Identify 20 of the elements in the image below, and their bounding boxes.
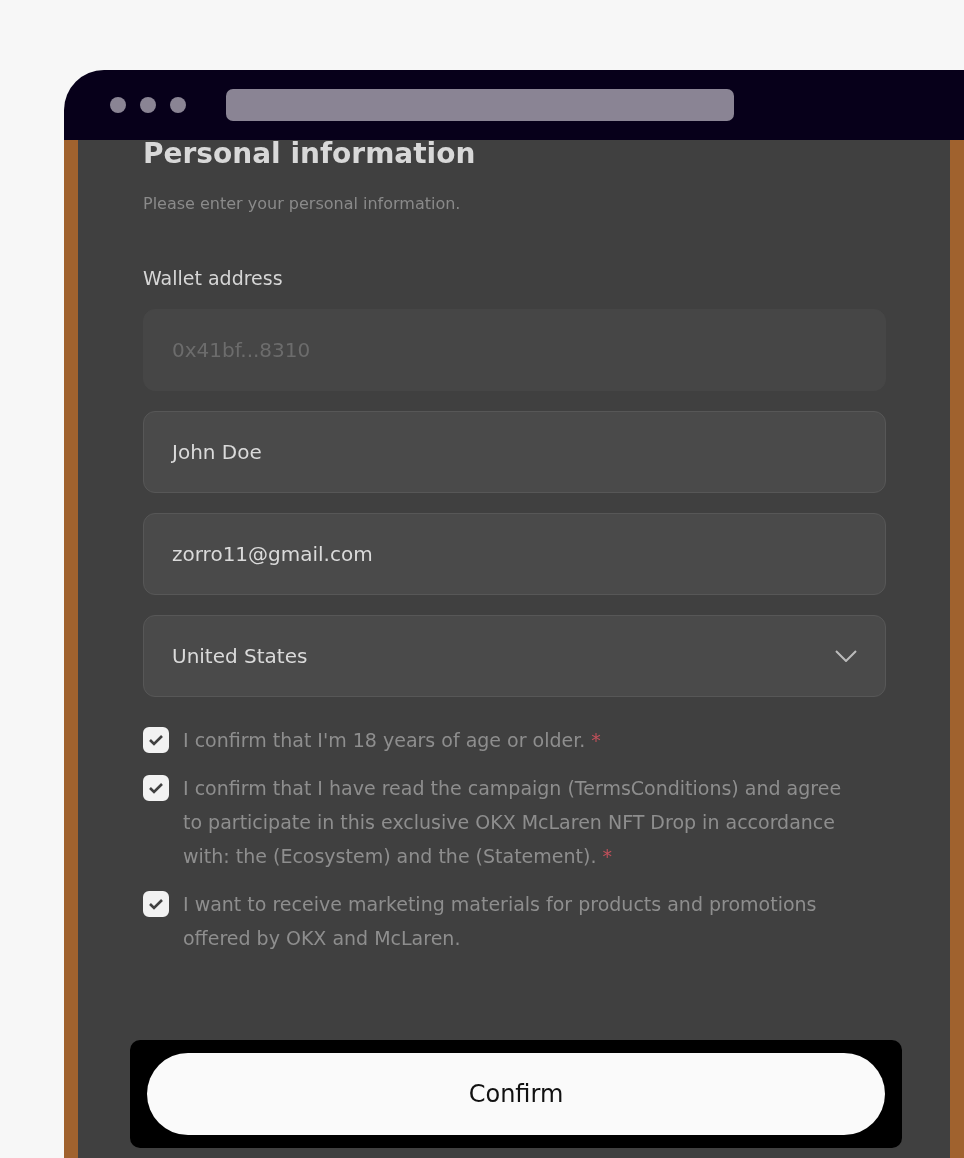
form-title: Personal information — [143, 136, 476, 172]
check-icon — [148, 782, 164, 794]
checkbox[interactable] — [143, 891, 169, 917]
checkbox[interactable] — [143, 727, 169, 753]
window-dot — [110, 97, 126, 113]
country-select[interactable]: United States — [143, 615, 886, 697]
input-field[interactable]: John Doe — [143, 411, 886, 493]
form-subtitle: Please enter your personal information. — [143, 194, 461, 213]
window-dot — [170, 97, 186, 113]
agreement-text: I confirm that I'm 18 years of age or older. * — [183, 728, 601, 753]
chevron-down-icon — [835, 650, 857, 662]
input-field[interactable]: zorro11@gmail.com — [143, 513, 886, 595]
checkbox[interactable] — [143, 775, 169, 801]
check-icon — [148, 898, 164, 910]
field-label: Wallet address — [143, 267, 283, 289]
check-icon — [148, 734, 164, 746]
window-dot — [140, 97, 156, 113]
agreement-text: I want to receive marketing materials for products and promotions offered by OKX and McLaren. — [183, 892, 818, 951]
agreement-text: I confirm that I have read the campaign (TermsConditions) and agree to participate in this exclusive OKX McLaren NFT Drop in accordance with: the (Ecosystem) and the (Statement). * — [183, 776, 843, 869]
confirm-button[interactable]: Confirm — [147, 1053, 885, 1135]
